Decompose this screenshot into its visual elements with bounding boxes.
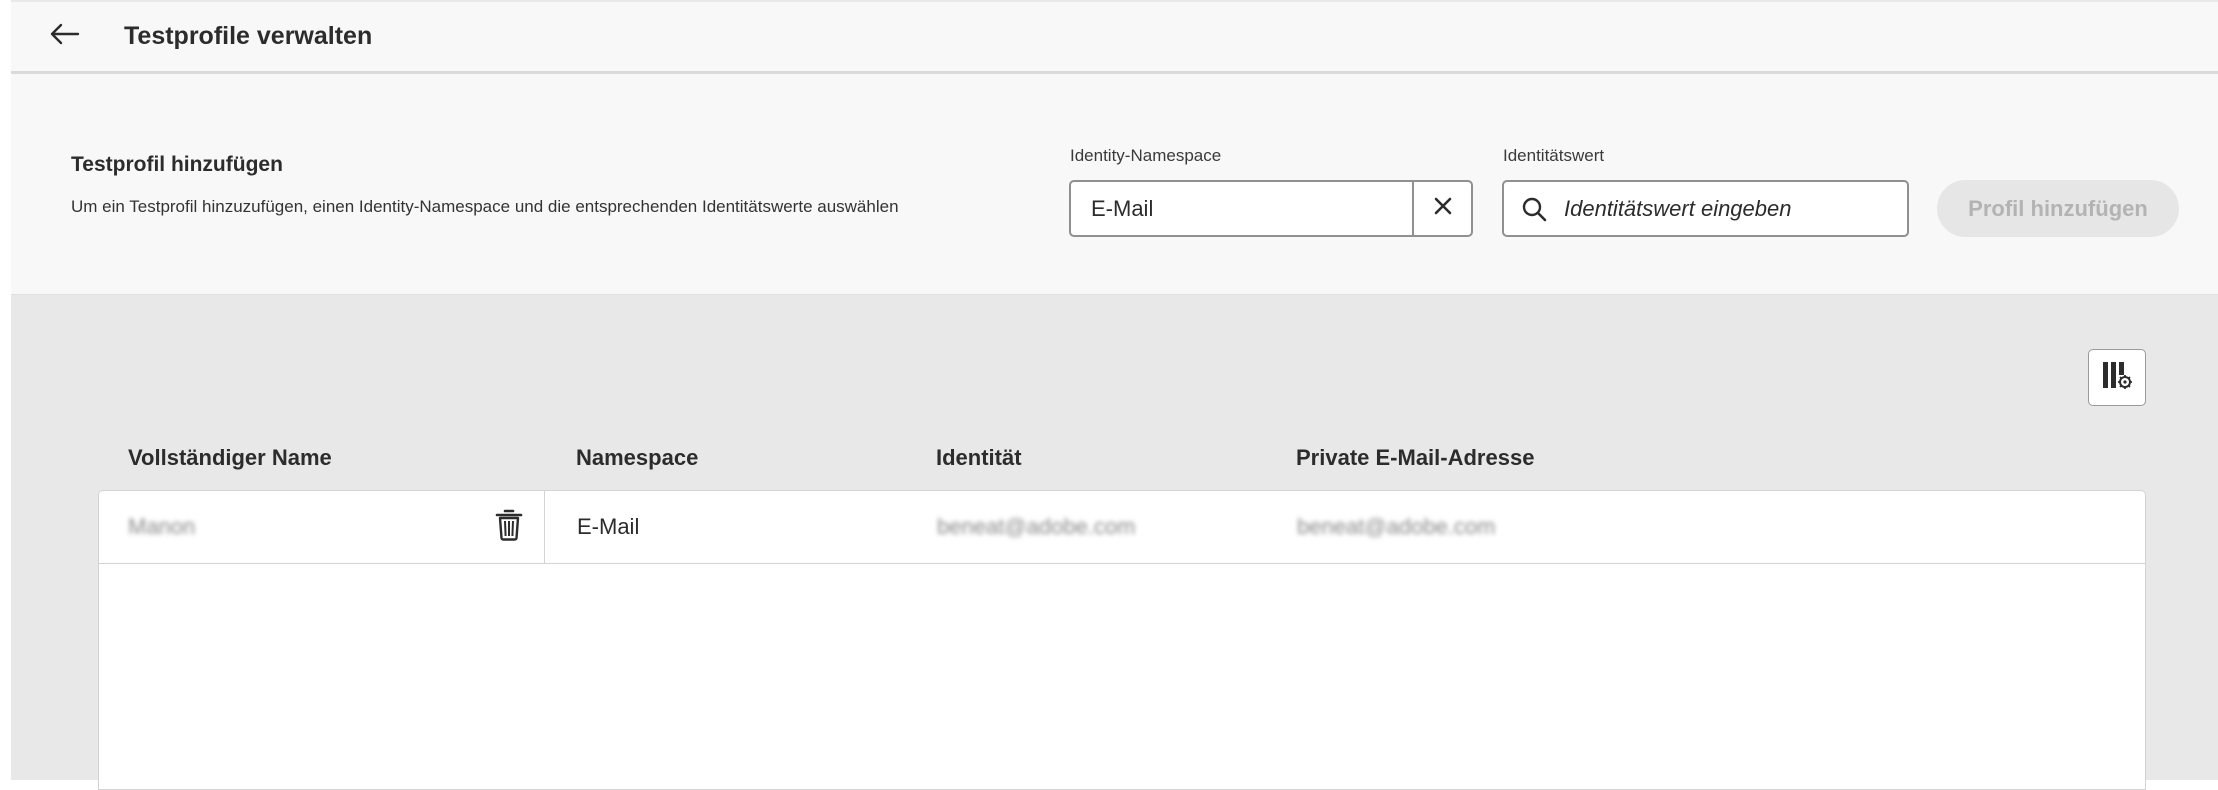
column-header-namespace[interactable]: Namespace — [576, 445, 698, 471]
close-icon — [1433, 196, 1453, 221]
test-profiles-table: Manon E-Mail beneat@adobe.com beneat@ado… — [98, 490, 2146, 790]
namespace-cell: E-Mail — [577, 514, 640, 539]
identity-value-label: Identitätswert — [1503, 146, 1605, 165]
column-settings-icon — [2101, 359, 2133, 396]
identity-value-search[interactable] — [1502, 180, 1909, 237]
identity-value-input[interactable] — [1564, 195, 1884, 222]
delete-profile-button[interactable] — [491, 509, 527, 545]
column-divider — [544, 491, 545, 563]
private-email-cell: beneat@adobe.com — [1297, 514, 1496, 539]
add-profile-description: Um ein Testprofil hinzuzufügen, einen Id… — [71, 197, 899, 216]
trash-icon — [495, 509, 523, 546]
add-test-profile-panel: Testprofil hinzufügen Um ein Testprofil … — [11, 74, 2218, 295]
column-settings-button[interactable] — [2088, 349, 2146, 406]
page-header: Testprofile verwalten — [11, 0, 2218, 74]
clear-namespace-button[interactable] — [1412, 182, 1471, 235]
add-profile-heading: Testprofil hinzufügen — [71, 153, 283, 176]
search-icon — [1504, 196, 1564, 222]
column-header-full-name[interactable]: Vollständiger Name — [128, 445, 332, 471]
identity-cell: beneat@adobe.com — [937, 514, 1136, 539]
page-title: Testprofile verwalten — [124, 22, 373, 50]
test-profiles-area: Vollständiger Name Namespace Identität P… — [11, 295, 2218, 790]
identity-namespace-combobox[interactable]: E-Mail — [1069, 180, 1473, 237]
table-row[interactable]: Manon E-Mail beneat@adobe.com beneat@ado… — [99, 491, 2145, 564]
back-button[interactable] — [45, 16, 85, 56]
column-header-private-email[interactable]: Private E-Mail-Adresse — [1296, 445, 1534, 471]
full-name-cell: Manon — [128, 514, 196, 539]
arrow-left-icon — [50, 23, 80, 50]
identity-namespace-label: Identity-Namespace — [1070, 146, 1222, 165]
column-header-identity[interactable]: Identität — [936, 445, 1022, 471]
add-profile-button[interactable]: Profil hinzufügen — [1937, 180, 2179, 237]
identity-namespace-value[interactable]: E-Mail — [1071, 182, 1412, 235]
